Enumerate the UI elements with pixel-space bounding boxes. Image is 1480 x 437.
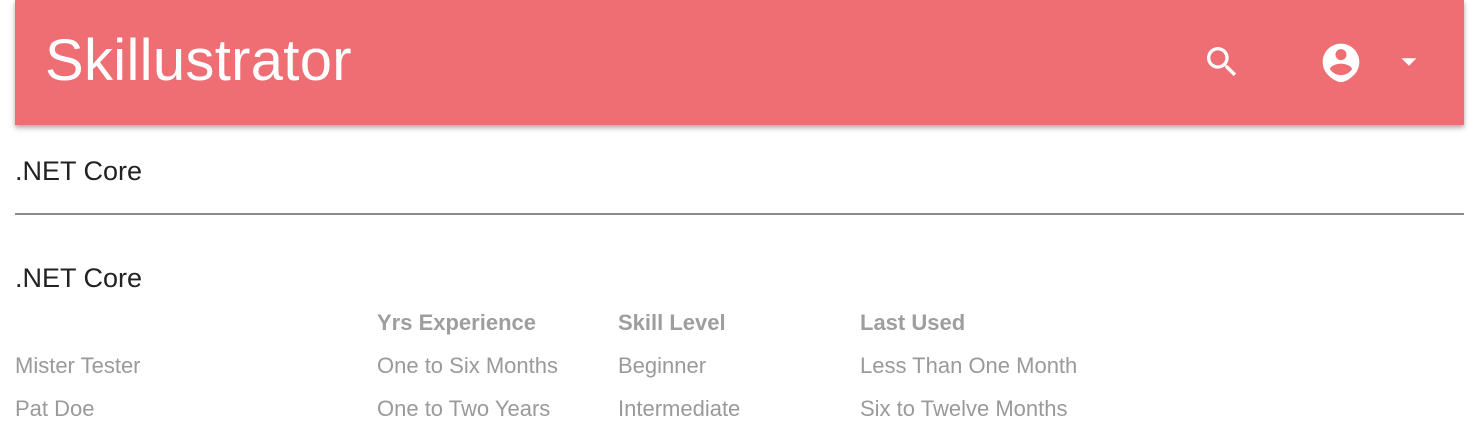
table-row: Mister Tester One to Six Months Beginner…	[15, 351, 1215, 394]
section-title: .NET Core	[15, 263, 143, 293]
experience-value: One to Two Years	[377, 396, 551, 421]
arrow-drop-down-icon	[1401, 58, 1417, 66]
search-button[interactable]	[1198, 38, 1246, 86]
skill-level-value: Beginner	[618, 353, 707, 378]
table-header-row: Yrs Experience Skill Level Last Used	[15, 308, 1215, 351]
table-row: Pat Doe One to Two Years Intermediate Si…	[15, 394, 1215, 437]
column-header-last-used: Last Used	[860, 310, 966, 335]
last-used-value: Six to Twelve Months	[860, 396, 1068, 421]
skill-table: Yrs Experience Skill Level Last Used Mis…	[15, 308, 1215, 437]
app-title[interactable]: Skillustrator	[45, 22, 352, 100]
experience-value: One to Six Months	[377, 353, 558, 378]
account-button[interactable]	[1315, 36, 1367, 88]
divider	[15, 213, 1464, 215]
search-icon	[1207, 47, 1237, 77]
account-circle-icon	[1322, 43, 1360, 83]
last-used-value: Less Than One Month	[860, 353, 1078, 378]
skill-level-value: Intermediate	[618, 396, 741, 421]
person-name: Mister Tester	[15, 353, 141, 378]
app-bar: Skillustrator	[15, 0, 1464, 125]
page-title: .NET Core	[15, 156, 143, 186]
person-name: Pat Doe	[15, 396, 95, 421]
column-header-skill-level: Skill Level	[618, 310, 726, 335]
column-header-experience: Yrs Experience	[377, 310, 536, 335]
account-menu-dropdown[interactable]	[1393, 44, 1425, 80]
